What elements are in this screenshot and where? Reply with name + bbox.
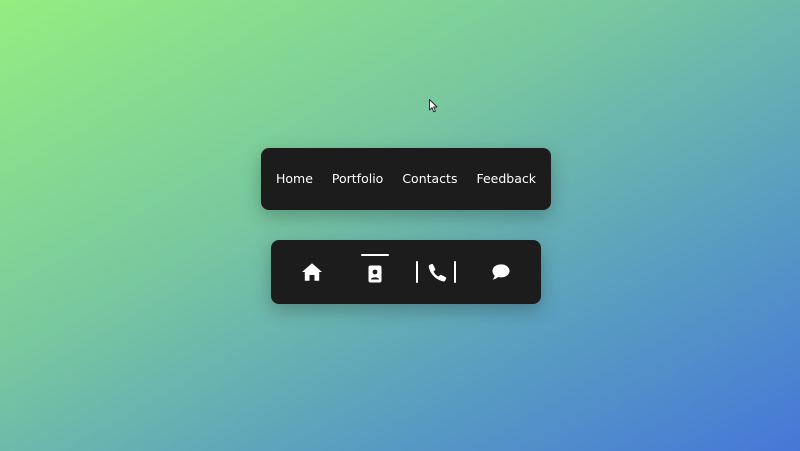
active-indicator	[361, 254, 389, 256]
contact-card-icon	[368, 265, 382, 283]
nav-icon-home[interactable]	[292, 240, 332, 304]
chat-bubble-icon	[492, 264, 510, 280]
nav-link-contacts[interactable]: Contacts	[393, 148, 467, 210]
nav-icon-contacts[interactable]	[417, 240, 457, 304]
nav-link-portfolio[interactable]: Portfolio	[322, 148, 392, 210]
nav-icon-portfolio[interactable]	[355, 240, 395, 304]
text-navigation-bar: Home Portfolio Contacts Feedback	[261, 148, 551, 210]
nav-link-home[interactable]: Home	[266, 148, 322, 210]
home-icon	[302, 263, 322, 281]
hover-bar-left	[416, 261, 418, 283]
nav-icon-feedback[interactable]	[481, 240, 521, 304]
icon-navigation-bar	[271, 240, 541, 304]
mouse-cursor-icon	[429, 99, 438, 113]
hover-bar-right	[454, 261, 456, 283]
nav-link-feedback[interactable]: Feedback	[467, 148, 546, 210]
phone-icon	[428, 263, 446, 281]
